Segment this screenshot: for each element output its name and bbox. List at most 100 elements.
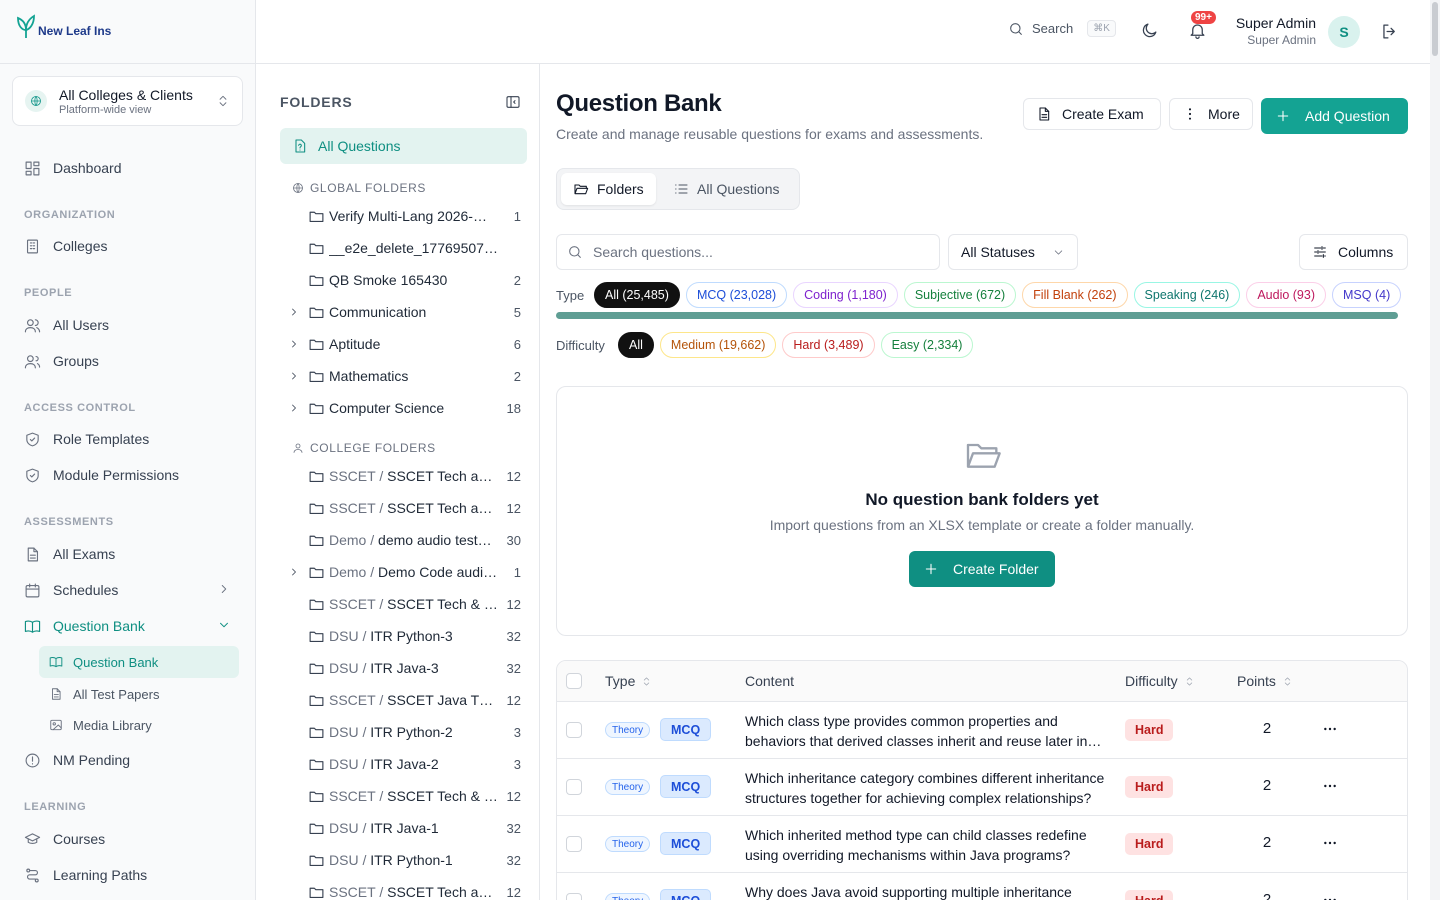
global-folder-row[interactable]: Verify Multi-Lang 2026-… 1 [286,200,521,232]
panel-collapse-icon[interactable] [505,94,521,110]
row-checkbox[interactable] [566,722,582,738]
page-scrollbar[interactable] [1430,0,1440,900]
folder-all-questions[interactable]: All Questions [280,128,527,164]
type-chip-subjective[interactable]: Subjective (672) [903,282,1017,308]
college-folder-row[interactable]: SSCET / SSCET Tech a… 12 [286,876,521,900]
type-chip-coding[interactable]: Coding (1,180) [793,282,898,308]
sidebar-subitem-question-bank[interactable]: Question Bank [39,646,239,678]
chevron-right-icon[interactable] [286,370,302,382]
more-horizontal-icon[interactable] [1322,892,1338,900]
scope-switcher[interactable]: All Colleges & Clients Platform-wide vie… [12,76,243,126]
college-folder-row[interactable]: DSU / ITR Java-1 32 [286,812,521,844]
type-chip-speaking[interactable]: Speaking (246) [1133,282,1241,308]
chevron-right-icon[interactable] [286,306,302,318]
type-chip-mcq[interactable]: MCQ (23,028) [685,282,788,308]
sidebar-item-all-exams[interactable]: All Exams [12,537,243,571]
column-header-difficulty[interactable]: Difficulty [1125,673,1195,689]
college-folder-row[interactable]: Demo / demo audio test… 30 [286,524,521,556]
more-horizontal-icon[interactable] [1322,721,1338,737]
sidebar-item-learning-paths[interactable]: Learning Paths [12,858,243,892]
user-menu[interactable]: Super Admin Super Admin [1236,15,1316,47]
table-row[interactable]: Theory MCQ Which inheritance category comb… [557,759,1407,816]
college-folder-row[interactable]: SSCET / SSCET Tech a… 12 [286,492,521,524]
college-folder-row[interactable]: DSU / ITR Python-2 3 [286,716,521,748]
more-button[interactable]: More [1169,98,1253,130]
question-content[interactable]: Which class type provides common propert… [745,711,1109,751]
type-chip-all[interactable]: All (25,485) [594,282,680,308]
sidebar-item-courses[interactable]: Courses [12,822,243,856]
global-folder-row[interactable]: Aptitude 6 [286,328,521,360]
folder-name: SSCET / SSCET Tech & … [329,788,499,804]
global-folder-row[interactable]: Mathematics 2 [286,360,521,392]
row-checkbox[interactable] [566,893,582,900]
more-horizontal-icon[interactable] [1322,778,1338,794]
type-chip-fill-blank[interactable]: Fill Blank (262) [1022,282,1128,308]
college-folder-row[interactable]: SSCET / SSCET Tech & … 12 [286,588,521,620]
difficulty-chip-hard[interactable]: Hard (3,489) [782,332,875,358]
chevron-right-icon[interactable] [286,566,302,578]
folder-title: demo audio test… [378,532,492,548]
logo[interactable]: New Leaf Ins [16,14,111,40]
college-folder-row[interactable]: SSCET / SSCET Tech & … 12 [286,780,521,812]
columns-button[interactable]: Columns [1299,234,1408,270]
sidebar-item-role-templates[interactable]: Role Templates [12,422,243,456]
sidebar-item-colleges[interactable]: Colleges [12,229,243,263]
table-row[interactable]: Theory MCQ Which inherited method type can… [557,816,1407,873]
view-folders-tab[interactable]: Folders [561,173,656,205]
add-question-button[interactable]: Add Question [1261,98,1408,134]
college-folder-row[interactable]: DSU / ITR Python-1 32 [286,844,521,876]
college-folder-row[interactable]: DSU / ITR Java-3 32 [286,652,521,684]
question-content[interactable]: Which inheritance category combines diff… [745,768,1109,808]
question-content[interactable]: Which inherited method type can child cl… [745,825,1109,865]
section-access-control: ACCESS CONTROL [24,402,136,414]
sidebar-item-groups[interactable]: Groups [12,344,243,378]
logout-icon[interactable] [1380,22,1399,41]
sidebar-subitem-media-library[interactable]: Media Library [39,709,239,741]
column-header-type[interactable]: Type [605,673,652,689]
select-all-checkbox[interactable] [566,673,582,689]
folder-name: Mathematics [329,368,409,384]
view-all-questions-tab[interactable]: All Questions [661,173,791,205]
college-folder-row[interactable]: SSCET / SSCET Java T… 12 [286,684,521,716]
difficulty-chip-all[interactable]: All [618,332,654,358]
sidebar-item-schedules[interactable]: Schedules [12,573,243,607]
college-folder-row[interactable]: Demo / Demo Code audi… 1 [286,556,521,588]
difficulty-chip-easy[interactable]: Easy (2,334) [880,332,974,358]
global-folder-row[interactable]: __e2e_delete_1776950743… [286,232,521,264]
sidebar-item-nm-pending[interactable]: NM Pending [12,743,243,777]
question-search-input[interactable] [593,244,913,260]
sidebar-item-all-users[interactable]: All Users [12,308,243,342]
table-row[interactable]: Theory MCQ Which class type provides commo… [557,702,1407,759]
chevron-right-icon[interactable] [286,402,302,414]
type-chip-audio[interactable]: Audio (93) [1246,282,1327,308]
global-folder-row[interactable]: QB Smoke 165430 2 [286,264,521,296]
folder-open-icon [963,435,1003,475]
folder-college-prefix: SSCET [329,884,376,900]
college-folder-row[interactable]: DSU / ITR Java-2 3 [286,748,521,780]
create-folder-button[interactable]: Create Folder [909,551,1055,587]
sidebar-item-module-permissions[interactable]: Module Permissions [12,458,243,492]
sidebar-subitem-test-papers[interactable]: All Test Papers [39,678,239,710]
difficulty-chip-medium[interactable]: Medium (19,662) [659,332,777,358]
sidebar-item-question-bank[interactable]: Question Bank [12,609,243,643]
sidebar-item-dashboard[interactable]: Dashboard [12,151,243,185]
row-checkbox[interactable] [566,779,582,795]
create-exam-button[interactable]: Create Exam [1023,98,1161,130]
type-chip-scrollbar[interactable] [556,312,1398,319]
table-row[interactable]: Theory MCQ Why does Java avoid supporting … [557,873,1407,900]
college-folder-row[interactable]: DSU / ITR Python-3 32 [286,620,521,652]
column-header-points[interactable]: Points [1237,673,1293,689]
type-chip-msq[interactable]: MSQ (4) [1332,282,1402,308]
global-search-button[interactable]: Search ⌘K [1008,20,1116,37]
chevron-right-icon[interactable] [286,338,302,350]
row-checkbox[interactable] [566,836,582,852]
status-select[interactable]: All Statuses [948,234,1078,270]
question-content[interactable]: Why does Java avoid supporting multiple … [745,882,1109,900]
global-folder-row[interactable]: Computer Science 18 [286,392,521,424]
avatar[interactable]: S [1328,16,1360,48]
moon-icon[interactable] [1140,21,1159,40]
college-folder-row[interactable]: SSCET / SSCET Tech a… 12 [286,460,521,492]
global-folder-row[interactable]: Communication 5 [286,296,521,328]
more-horizontal-icon[interactable] [1322,835,1338,851]
scrollbar-thumb[interactable] [1432,2,1438,56]
